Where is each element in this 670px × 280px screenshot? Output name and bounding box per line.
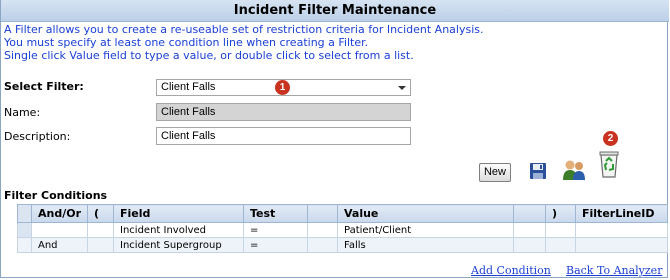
table-row[interactable]: And Incident Supergroup = Falls	[17, 237, 668, 253]
description-label: Description:	[4, 130, 71, 143]
add-condition-link[interactable]: Add Condition	[471, 264, 551, 277]
intro-text: A Filter allows you to create a re-useab…	[4, 23, 484, 62]
cell-test[interactable]: =	[243, 222, 308, 238]
callout-badge-1: 1	[275, 80, 290, 95]
cell-field[interactable]: Incident Supergroup	[113, 237, 244, 253]
column-header-open-paren[interactable]: (	[87, 204, 114, 223]
back-to-analyzer-link[interactable]: Back To Analyzer	[566, 264, 662, 277]
select-filter-value: Client Falls	[161, 81, 216, 93]
column-header-spacer	[307, 204, 338, 223]
cell-field[interactable]: Incident Involved	[113, 222, 244, 238]
chevron-down-icon	[398, 86, 406, 90]
filter-maintenance-panel: Incident Filter Maintenance A Filter all…	[0, 0, 669, 278]
cell-test[interactable]: =	[243, 237, 308, 253]
cell-value[interactable]: Falls	[337, 237, 514, 253]
panel-title: Incident Filter Maintenance	[1, 0, 669, 22]
cell-filterlineid	[575, 222, 668, 238]
intro-line: You must specify at least one condition …	[4, 36, 369, 49]
cell-value[interactable]: Patient/Client	[337, 222, 514, 238]
cell-spacer	[513, 222, 546, 238]
cell-open-paren[interactable]	[87, 237, 114, 253]
cell-open-paren[interactable]	[87, 222, 114, 238]
new-button[interactable]: New	[479, 163, 511, 182]
column-header-filterlineid[interactable]: FilterLineID	[575, 204, 668, 223]
column-header-close-paren[interactable]: )	[545, 204, 576, 223]
description-field[interactable]: Client Falls	[156, 127, 411, 145]
save-icon[interactable]	[529, 162, 547, 183]
cell-andor[interactable]: And	[31, 237, 88, 253]
cell-spacer	[513, 237, 546, 253]
recycle-bin-icon[interactable]	[598, 149, 620, 182]
column-header-test[interactable]: Test	[243, 204, 308, 223]
intro-line: Single click Value field to type a value…	[4, 49, 414, 62]
cell-close-paren[interactable]	[545, 222, 576, 238]
name-label: Name:	[4, 106, 41, 119]
intro-line: A Filter allows you to create a re-useab…	[4, 23, 484, 36]
table-row[interactable]: Incident Involved = Patient/Client	[17, 222, 668, 238]
column-header-value[interactable]: Value	[337, 204, 514, 223]
cell-filterlineid	[575, 237, 668, 253]
cell-spacer	[307, 237, 338, 253]
filter-conditions-title: Filter Conditions	[4, 189, 108, 202]
row-selector-header	[17, 204, 32, 223]
filter-conditions-grid: And/Or ( Field Test Value ) FilterLineID…	[17, 204, 668, 253]
grid-header-row: And/Or ( Field Test Value ) FilterLineID	[17, 204, 668, 223]
users-icon[interactable]	[561, 158, 587, 185]
row-selector[interactable]	[17, 237, 32, 253]
select-filter-label: Select Filter:	[4, 80, 84, 93]
cell-andor[interactable]	[31, 222, 88, 238]
cell-close-paren[interactable]	[545, 237, 576, 253]
cell-spacer	[307, 222, 338, 238]
callout-badge-2: 2	[603, 131, 618, 146]
name-field[interactable]: Client Falls	[156, 103, 411, 121]
column-header-field[interactable]: Field	[113, 204, 244, 223]
column-header-spacer	[513, 204, 546, 223]
column-header-andor[interactable]: And/Or	[31, 204, 88, 223]
row-selector[interactable]	[17, 222, 32, 238]
